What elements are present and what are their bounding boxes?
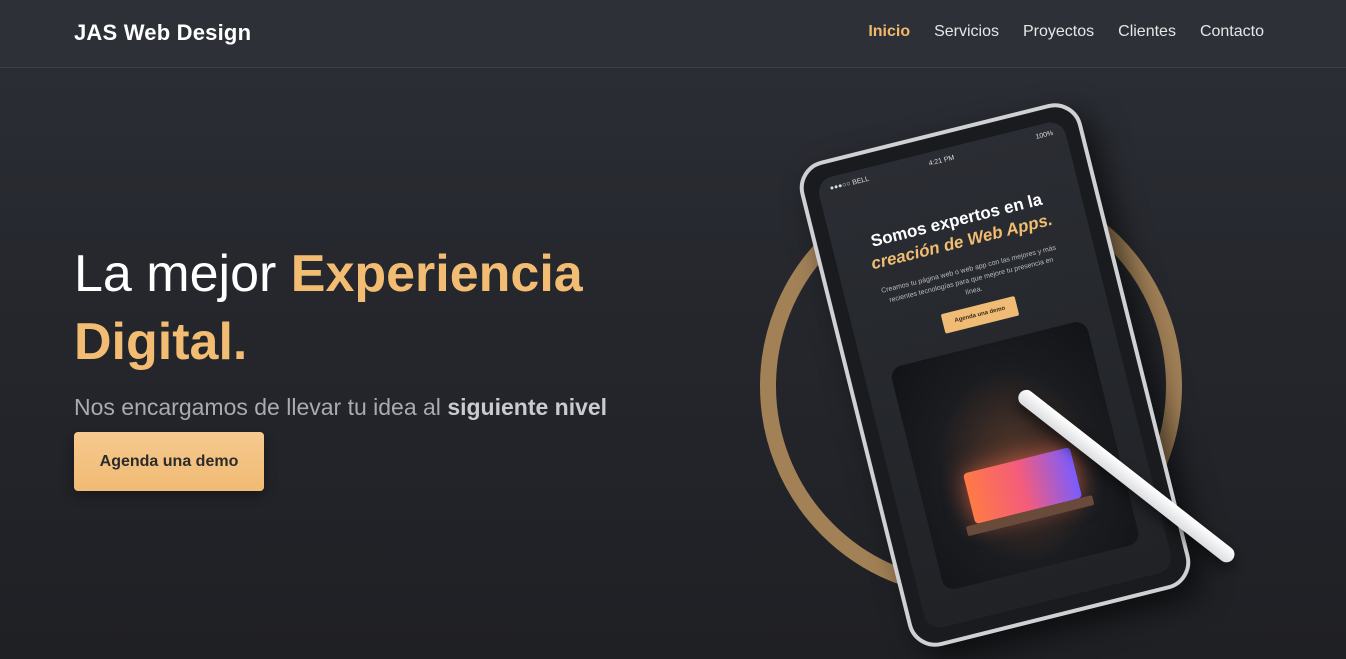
brand-logo[interactable]: JAS Web Design bbox=[74, 20, 251, 46]
status-carrier: ●●●○○ BELL bbox=[829, 175, 870, 193]
navbar: JAS Web Design Inicio Servicios Proyecto… bbox=[0, 0, 1346, 68]
hero-section: La mejor Experiencia Digital. Nos encarg… bbox=[74, 240, 694, 421]
nav-link-clientes[interactable]: Clientes bbox=[1118, 23, 1176, 41]
nav-link-contacto[interactable]: Contacto bbox=[1200, 23, 1264, 41]
tablet-mockup: ●●●○○ BELL 4:21 PM 100% Somos expertos e… bbox=[793, 97, 1197, 653]
hero-illustration: ●●●○○ BELL 4:21 PM 100% Somos expertos e… bbox=[700, 80, 1320, 659]
subtitle-plain: Nos encargamos de llevar tu idea al bbox=[74, 394, 441, 420]
headline-plain: La mejor bbox=[74, 245, 277, 303]
subtitle-bold: siguiente nivel bbox=[447, 394, 608, 420]
nav-link-servicios[interactable]: Servicios bbox=[934, 23, 999, 41]
tablet-status-bar: ●●●○○ BELL 4:21 PM 100% bbox=[829, 130, 1054, 192]
headline-highlight-1: Experiencia bbox=[290, 245, 583, 303]
nav-link-inicio[interactable]: Inicio bbox=[868, 23, 910, 41]
nav-links: Inicio Servicios Proyectos Clientes Cont… bbox=[868, 23, 1264, 41]
status-battery: 100% bbox=[1035, 129, 1055, 141]
headline-highlight-2: Digital. bbox=[74, 313, 248, 371]
hero-headline: La mejor Experiencia Digital. bbox=[74, 240, 694, 376]
hero-subtitle: Nos encargamos de llevar tu idea al sigu… bbox=[74, 394, 694, 421]
nav-link-proyectos[interactable]: Proyectos bbox=[1023, 23, 1094, 41]
tablet-frame: ●●●○○ BELL 4:21 PM 100% Somos expertos e… bbox=[793, 97, 1197, 653]
status-time: 4:21 PM bbox=[928, 154, 956, 168]
cta-button[interactable]: Agenda una demo bbox=[74, 432, 264, 491]
